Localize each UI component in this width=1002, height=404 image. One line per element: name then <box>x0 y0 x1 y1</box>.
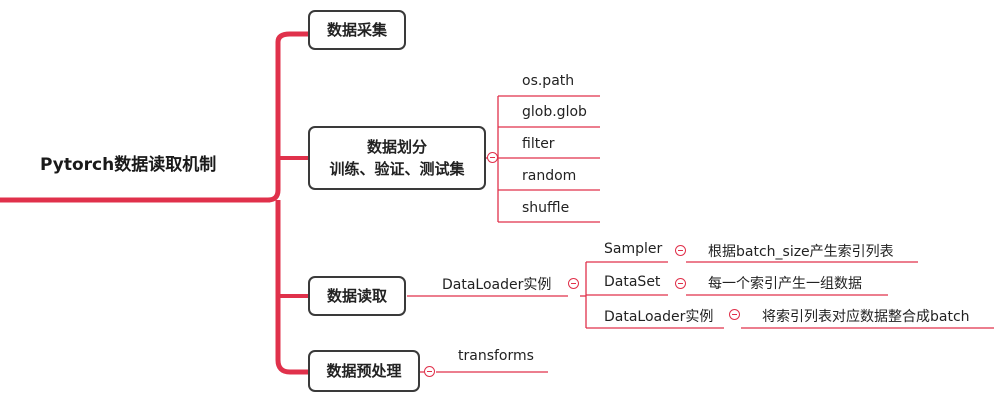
leaf-node[interactable]: os.path <box>522 73 574 89</box>
branch-label-line2: 训练、验证、测试集 <box>329 160 465 178</box>
note-dataloader-instance[interactable]: 将索引列表对应数据整合成batch <box>762 306 970 326</box>
note-sampler[interactable]: 根据batch_size产生索引列表 <box>708 241 894 261</box>
subtopic-dataset[interactable]: DataSet <box>604 274 660 290</box>
branch-label: 数据读取 <box>326 287 387 305</box>
leaf-node[interactable]: filter <box>522 136 555 152</box>
collapse-toggle-icon[interactable] <box>675 278 686 289</box>
collapse-toggle-icon[interactable] <box>487 152 498 163</box>
branch-label: 数据预处理 <box>326 362 402 380</box>
note-dataset[interactable]: 每一个索引产生一组数据 <box>708 273 862 293</box>
collapse-toggle-icon[interactable] <box>729 309 740 320</box>
branch-data-read[interactable]: 数据读取 <box>308 276 406 316</box>
connector-lines <box>0 31 994 375</box>
collapse-toggle-icon[interactable] <box>568 278 579 289</box>
leaf-node[interactable]: random <box>522 168 576 184</box>
branch-preprocess[interactable]: 数据预处理 <box>308 350 420 392</box>
subtopic-sampler[interactable]: Sampler <box>604 241 662 257</box>
branch-data-collection[interactable]: 数据采集 <box>308 10 406 50</box>
collapse-toggle-icon[interactable] <box>675 245 686 256</box>
branch-label: 数据采集 <box>326 21 387 39</box>
collapse-toggle-icon[interactable] <box>424 366 435 377</box>
branch-label-line1: 数据划分 <box>366 138 427 156</box>
leaf-node[interactable]: shuffle <box>522 200 569 216</box>
root-topic[interactable]: Pytorch数据读取机制 <box>40 150 270 175</box>
subtopic-dataloader-instance[interactable]: DataLoader实例 <box>604 306 713 326</box>
leaf-node[interactable]: glob.glob <box>522 104 587 120</box>
branch-data-split[interactable]: 数据划分 训练、验证、测试集 <box>308 126 486 190</box>
subtopic-dataloader[interactable]: DataLoader实例 <box>442 274 551 294</box>
leaf-transforms[interactable]: transforms <box>458 348 534 364</box>
